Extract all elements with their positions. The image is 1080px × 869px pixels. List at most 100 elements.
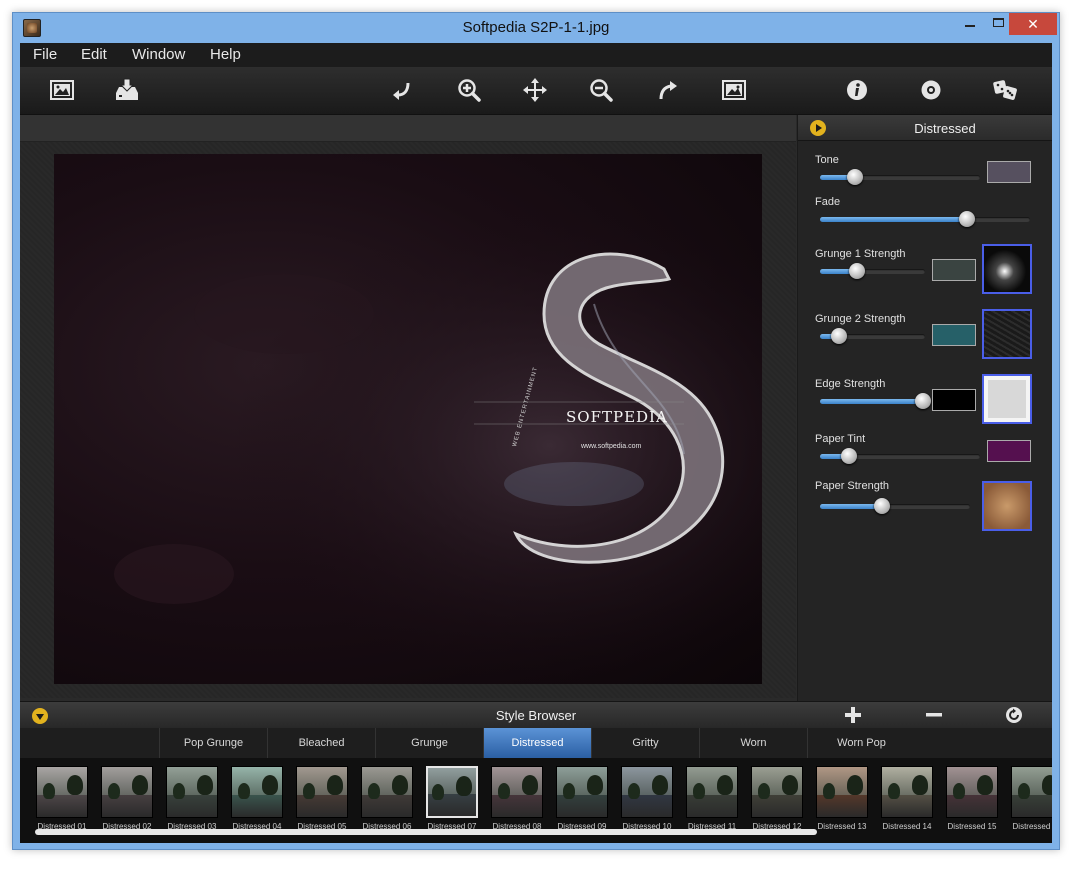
tab-distressed[interactable]: Distressed (483, 728, 591, 758)
paper-strength-slider[interactable] (820, 498, 970, 514)
app-window: Softpedia S2P-1-1.jpg ✕ File Edit Window… (12, 12, 1060, 850)
tone-slider-knob[interactable] (847, 169, 864, 185)
menu-window[interactable]: Window (132, 46, 185, 63)
edge-swatch[interactable] (932, 389, 976, 411)
grunge-2-texture[interactable] (982, 309, 1032, 359)
settings-icon (921, 80, 941, 100)
play-icon[interactable] (810, 120, 826, 136)
info-button[interactable] (840, 73, 874, 107)
edge-slider-knob[interactable] (914, 393, 931, 409)
tone-slider[interactable] (820, 169, 980, 185)
edge-slider[interactable] (820, 393, 931, 409)
style-thumbnail-image (296, 766, 348, 818)
style-thumbnail[interactable]: Distressed 04 (227, 766, 287, 831)
style-thumbnail[interactable]: Distressed 08 (487, 766, 547, 831)
fit-image-icon (722, 80, 746, 100)
canvas-header (20, 115, 796, 142)
fit-image-button[interactable] (717, 73, 751, 107)
paper-tint-slider[interactable] (820, 448, 980, 464)
edge-slider-fill (820, 399, 923, 404)
style-thumbnail-image (361, 766, 413, 818)
remove-style-button[interactable] (923, 704, 945, 726)
style-thumbnail-image (881, 766, 933, 818)
grunge-2-slider-knob[interactable] (830, 328, 847, 344)
tab-pop-grunge[interactable]: Pop Grunge (159, 728, 267, 758)
style-thumbnail[interactable]: Distressed 11 (682, 766, 742, 831)
open-image-button[interactable] (45, 73, 79, 107)
style-thumbnail[interactable]: Distressed 09 (552, 766, 612, 831)
style-browser-header: Style Browser (20, 701, 1052, 728)
paper-strength-slider-knob[interactable] (873, 498, 890, 514)
style-thumbnail[interactable]: Distressed 07 (422, 766, 482, 831)
style-thumbnail[interactable]: Distressed 06 (357, 766, 417, 831)
grunge-2-swatch[interactable] (932, 324, 976, 346)
style-thumbnail[interactable]: Distressed 14 (877, 766, 937, 831)
adjustments-panel: Distressed Tone Fade Grunge 1 Strength G… (797, 115, 1052, 701)
style-thumbnail[interactable]: Distressed 16 (1007, 766, 1052, 831)
style-thumbnail-image (686, 766, 738, 818)
menu-bar: File Edit Window Help (20, 43, 1052, 67)
style-thumbnail[interactable]: Distressed 15 (942, 766, 1002, 831)
grunge-1-label: Grunge 1 Strength (815, 248, 906, 260)
close-icon: ✕ (1027, 16, 1039, 32)
paper-tint-swatch[interactable] (987, 440, 1031, 462)
style-thumbnail-image (751, 766, 803, 818)
tone-swatch[interactable] (987, 161, 1031, 183)
plus-icon (845, 707, 861, 723)
fade-label: Fade (815, 196, 841, 208)
style-thumbnail[interactable]: Distressed 10 (617, 766, 677, 831)
zoom-out-button[interactable] (584, 73, 618, 107)
app-client: File Edit Window Help SOFTPEDIA www.soft… (20, 43, 1052, 843)
close-button[interactable]: ✕ (1009, 13, 1057, 35)
style-thumbnail[interactable]: Distressed 13 (812, 766, 872, 831)
pan-icon (523, 78, 547, 102)
grunge-1-slider[interactable] (820, 263, 925, 279)
style-thumbnail-label: Distressed 14 (882, 822, 932, 831)
photo-brand-text: SOFTPEDIA (566, 408, 668, 426)
rotate-left-icon (393, 82, 410, 100)
zoom-in-button[interactable] (452, 73, 486, 107)
style-thumbnail[interactable]: Distressed 03 (162, 766, 222, 831)
rotate-right-button[interactable] (650, 73, 684, 107)
style-thumbnail-image (946, 766, 998, 818)
edge-texture[interactable] (982, 374, 1032, 424)
canvas-area[interactable]: SOFTPEDIA www.softpedia.com WEB ENTERTAI… (20, 142, 796, 698)
style-thumbnail[interactable]: Distressed 05 (292, 766, 352, 831)
style-thumbnail[interactable]: Distressed 12 (747, 766, 807, 831)
menu-edit[interactable]: Edit (81, 46, 107, 63)
save-button[interactable] (110, 73, 144, 107)
grunge-1-slider-knob[interactable] (848, 263, 865, 279)
style-scrollbar[interactable] (35, 829, 817, 835)
menu-help[interactable]: Help (210, 46, 241, 63)
settings-button[interactable] (914, 73, 948, 107)
grunge-1-swatch[interactable] (932, 259, 976, 281)
tab-gritty[interactable]: Gritty (591, 728, 699, 758)
refresh-style-button[interactable] (1003, 704, 1025, 726)
style-thumbnail[interactable]: Distressed 01 (32, 766, 92, 831)
tab-worn-pop[interactable]: Worn Pop (807, 728, 915, 758)
menu-file[interactable]: File (33, 46, 57, 63)
tab-grunge[interactable]: Grunge (375, 728, 483, 758)
zoom-in-icon (458, 79, 481, 102)
style-thumbnail-label: Distressed 13 (817, 822, 867, 831)
style-thumbnail-label: Distressed 15 (947, 822, 997, 831)
rotate-left-button[interactable] (386, 73, 420, 107)
style-thumbnail-image (426, 766, 478, 818)
fade-slider-knob[interactable] (959, 211, 975, 227)
paper-tint-slider-knob[interactable] (840, 448, 857, 464)
photo-preview[interactable]: SOFTPEDIA www.softpedia.com WEB ENTERTAI… (54, 154, 762, 684)
pan-button[interactable] (518, 73, 552, 107)
paper-tint-label: Paper Tint (815, 433, 866, 445)
tab-bleached[interactable]: Bleached (267, 728, 375, 758)
add-style-button[interactable] (842, 704, 864, 726)
title-bar[interactable]: Softpedia S2P-1-1.jpg ✕ (13, 13, 1059, 43)
paper-texture[interactable] (982, 481, 1032, 531)
randomize-button[interactable] (988, 73, 1022, 107)
grunge-2-slider[interactable] (820, 328, 925, 344)
tab-worn[interactable]: Worn (699, 728, 807, 758)
fade-slider[interactable] (820, 211, 1030, 227)
style-thumbnail-image (491, 766, 543, 818)
minimize-button[interactable] (955, 13, 985, 35)
grunge-1-texture[interactable] (982, 244, 1032, 294)
style-thumbnail[interactable]: Distressed 02 (97, 766, 157, 831)
